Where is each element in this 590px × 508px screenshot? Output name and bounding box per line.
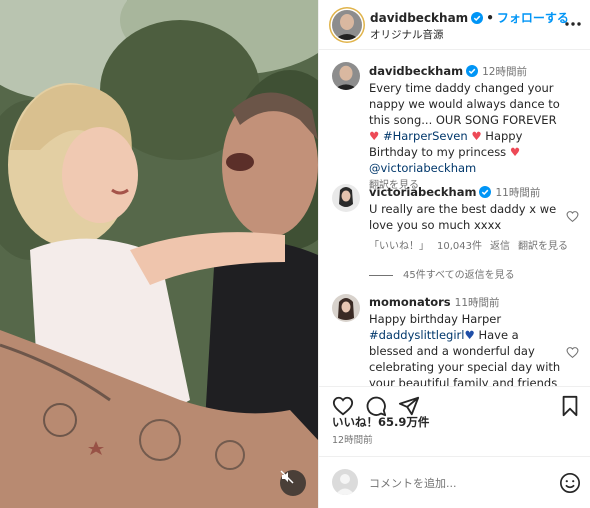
avatar-image bbox=[332, 10, 362, 40]
comment-body: momonators 11時間前 Happy birthday Harper #d… bbox=[369, 294, 565, 386]
comment-input[interactable] bbox=[369, 473, 549, 493]
comment-heart-icon[interactable] bbox=[566, 346, 579, 359]
verified-icon bbox=[466, 65, 479, 77]
comment-heart-icon[interactable] bbox=[566, 210, 579, 223]
emoji-icon[interactable] bbox=[559, 472, 581, 494]
heart-emoji-icon: ♥ bbox=[509, 145, 521, 159]
likes-count[interactable]: いいね！65.9万件 bbox=[332, 414, 429, 430]
caption-author-avatar[interactable] bbox=[332, 62, 360, 90]
comment-time[interactable]: 11時間前 bbox=[495, 187, 540, 199]
comment-username[interactable]: momonators bbox=[369, 295, 451, 309]
comment-username[interactable]: victoriabeckham bbox=[369, 185, 476, 199]
caption-text-1: Every time daddy changed your nappy we w… bbox=[369, 81, 560, 127]
comment-text-1: Happy birthday Harper bbox=[369, 312, 502, 326]
caption-mention[interactable]: @victoriabeckham bbox=[369, 161, 476, 175]
mute-button[interactable] bbox=[280, 470, 306, 496]
post-side-panel: davidbeckham • フォローする オリジナル音源 davidbeckham… bbox=[318, 0, 590, 508]
avatar-placeholder-image bbox=[335, 474, 355, 495]
comments-list[interactable]: davidbeckham 12時間前 Every time daddy chang… bbox=[319, 50, 590, 386]
video-frame-image bbox=[0, 0, 318, 508]
follow-button[interactable]: フォローする bbox=[497, 11, 569, 25]
comment-like-count[interactable]: 10,043件 bbox=[437, 241, 482, 252]
view-replies-text: 45件すべての返信を見る bbox=[403, 270, 515, 281]
avatar-image bbox=[332, 294, 360, 322]
comment-body: victoriabeckham 11時間前 U really are the be… bbox=[369, 184, 568, 255]
heart-emoji-icon: ♥ bbox=[369, 129, 380, 143]
caption-body: davidbeckham 12時間前 Every time daddy chang… bbox=[369, 63, 565, 194]
avatar-image bbox=[332, 184, 360, 212]
verified-icon bbox=[479, 186, 492, 198]
separator-dot: • bbox=[486, 11, 494, 25]
comment-reply-button[interactable]: 返信 bbox=[490, 241, 510, 252]
post-timestamp[interactable]: 12時間前 bbox=[332, 432, 373, 446]
caption-username[interactable]: davidbeckham bbox=[369, 64, 463, 78]
heart-emoji-icon: ♥ bbox=[471, 129, 482, 143]
verified-icon bbox=[471, 12, 484, 24]
audio-link[interactable]: オリジナル音源 bbox=[370, 27, 444, 42]
comment-time[interactable]: 11時間前 bbox=[455, 297, 500, 309]
comment-like-button[interactable]: 「いいね！」 bbox=[369, 241, 429, 252]
post-video[interactable] bbox=[0, 0, 318, 508]
current-user-avatar bbox=[332, 469, 358, 495]
post-header: davidbeckham • フォローする オリジナル音源 bbox=[319, 0, 590, 50]
replies-line bbox=[369, 274, 393, 276]
mute-icon bbox=[280, 470, 294, 484]
commenter-avatar[interactable] bbox=[332, 294, 360, 322]
comment-hashtag[interactable]: #daddyslittlegirl bbox=[369, 328, 464, 342]
bookmark-icon[interactable] bbox=[559, 395, 581, 417]
author-username[interactable]: davidbeckham bbox=[370, 11, 468, 25]
caption-hashtag[interactable]: #HarperSeven bbox=[383, 129, 468, 143]
more-icon[interactable] bbox=[563, 16, 583, 32]
comment-composer bbox=[319, 456, 590, 508]
comment-meta: 「いいね！」 10,043件 返信 翻訳を見る bbox=[369, 239, 568, 255]
commenter-avatar[interactable] bbox=[332, 184, 360, 212]
comment-text: U really are the best daddy x we love yo… bbox=[369, 202, 557, 232]
avatar-image bbox=[332, 62, 360, 90]
caption-time[interactable]: 12時間前 bbox=[482, 66, 527, 78]
view-replies-link[interactable]: 45件すべての返信を見る bbox=[369, 266, 515, 281]
author-avatar[interactable] bbox=[332, 10, 362, 40]
blue-heart-emoji-icon: ♥ bbox=[464, 328, 475, 342]
comment-translate-link[interactable]: 翻訳を見る bbox=[518, 241, 568, 252]
